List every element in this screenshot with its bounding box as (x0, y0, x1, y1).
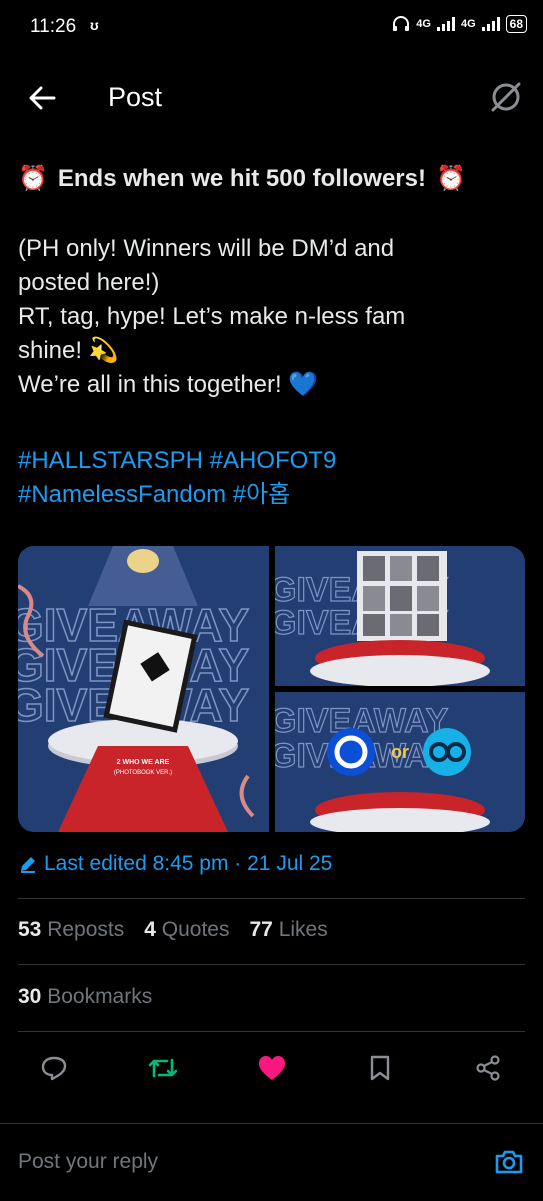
quotes-count: 4 (144, 918, 156, 941)
reposts-count: 53 (18, 918, 42, 941)
or-text: or (391, 742, 409, 762)
media-image-2[interactable]: GIVEAWAY GIVEAWAY (275, 546, 525, 686)
divider (18, 1031, 525, 1032)
camera-icon[interactable] (493, 1146, 525, 1178)
vibrate-icon: ʊ (90, 17, 99, 33)
last-edited-link[interactable]: Last edited 8:45 pm · 21 Jul 25 (18, 852, 332, 876)
battery-icon: 68 (505, 15, 527, 33)
hashtag-link[interactable]: #HALLSTARSPH #AHOFOT9 (18, 444, 523, 478)
reply-icon (41, 1056, 67, 1081)
post-headline: ⏰ Ends when we hit 500 followers! ⏰ (18, 162, 523, 196)
status-time: 11:26 (30, 16, 77, 37)
signal-icon (436, 17, 455, 31)
alarm-clock-icon: ⏰ (18, 165, 48, 192)
headphones-icon (393, 16, 410, 31)
media-image-3[interactable]: GIVEAWAY GIVEAWAY or (275, 692, 525, 832)
page-title: Post (108, 82, 163, 112)
share-button[interactable] (468, 1048, 508, 1088)
alarm-clock-icon: ⏰ (435, 165, 466, 192)
quotes-label: Quotes (161, 918, 230, 941)
reply-button[interactable] (34, 1048, 74, 1088)
body-line: posted here!) (18, 269, 160, 296)
status-icons: 4G 4G 68 (392, 15, 527, 33)
body-line: RT, tag, hype! Let’s make n-less fam (18, 303, 406, 330)
media-grid: GIVEAWAY GIVEAWAY GIVEAWAY 2 WHO WE ARE … (18, 546, 525, 832)
bookmarks-count: 30 (18, 985, 42, 1008)
likes-label: Likes (278, 918, 328, 941)
share-icon (476, 1055, 500, 1081)
grok-icon[interactable] (489, 80, 523, 114)
media-image-1[interactable]: GIVEAWAY GIVEAWAY GIVEAWAY 2 WHO WE ARE … (18, 546, 269, 832)
signal-icon-2 (481, 17, 500, 31)
headline-text: Ends when we hit 500 followers! (57, 165, 426, 192)
post-body: (PH only! Winners will be DM’d and poste… (18, 232, 523, 402)
reposts-stat[interactable]: 53 Reposts (18, 918, 124, 942)
bookmark-icon (370, 1055, 390, 1081)
network-label-1: 4G (416, 18, 431, 30)
body-line: We’re all in this together! 💙 (18, 371, 319, 398)
body-line: (PH only! Winners will be DM’d and (18, 235, 395, 262)
action-bar (0, 1048, 543, 1090)
last-edited-text: Last edited 8:45 pm · 21 Jul 25 (44, 852, 333, 875)
divider (18, 964, 525, 965)
giveaway-image-2: GIVEAWAY GIVEAWAY (275, 546, 525, 686)
back-arrow-icon[interactable] (26, 82, 58, 114)
likes-count: 77 (249, 918, 273, 941)
hashtag-link[interactable]: #NamelessFandom #아홉 (18, 478, 523, 512)
repost-icon (148, 1058, 178, 1078)
giveaway-image-1: GIVEAWAY GIVEAWAY GIVEAWAY 2 WHO WE ARE … (18, 546, 269, 832)
bookmarks-label: Bookmarks (47, 985, 153, 1008)
like-button[interactable] (252, 1048, 292, 1088)
hashtags: #HALLSTARSPH #AHOFOT9 #NamelessFandom #아… (18, 444, 523, 512)
engagement-stats: 53 Reposts 4 Quotes 77 Likes (18, 918, 328, 942)
repost-button[interactable] (143, 1048, 183, 1088)
bookmark-button[interactable] (360, 1048, 400, 1088)
body-line: shine! 💫 (18, 337, 119, 364)
quotes-stat[interactable]: 4 Quotes (144, 918, 229, 942)
likes-stat[interactable]: 77 Likes (250, 918, 328, 942)
giveaway-image-3: GIVEAWAY GIVEAWAY or (275, 692, 525, 832)
divider (18, 898, 525, 899)
reply-input[interactable]: Post your reply (18, 1150, 158, 1174)
network-label-2: 4G (460, 18, 476, 30)
pencil-icon (21, 857, 35, 873)
reposts-label: Reposts (47, 918, 125, 941)
heart-icon (259, 1056, 285, 1080)
bookmarks-stat[interactable]: 30 Bookmarks (18, 985, 152, 1009)
tile-caption: 2 WHO WE ARE (117, 759, 170, 766)
tile-subcaption: (PHOTOBOOK VER.) (114, 770, 172, 776)
